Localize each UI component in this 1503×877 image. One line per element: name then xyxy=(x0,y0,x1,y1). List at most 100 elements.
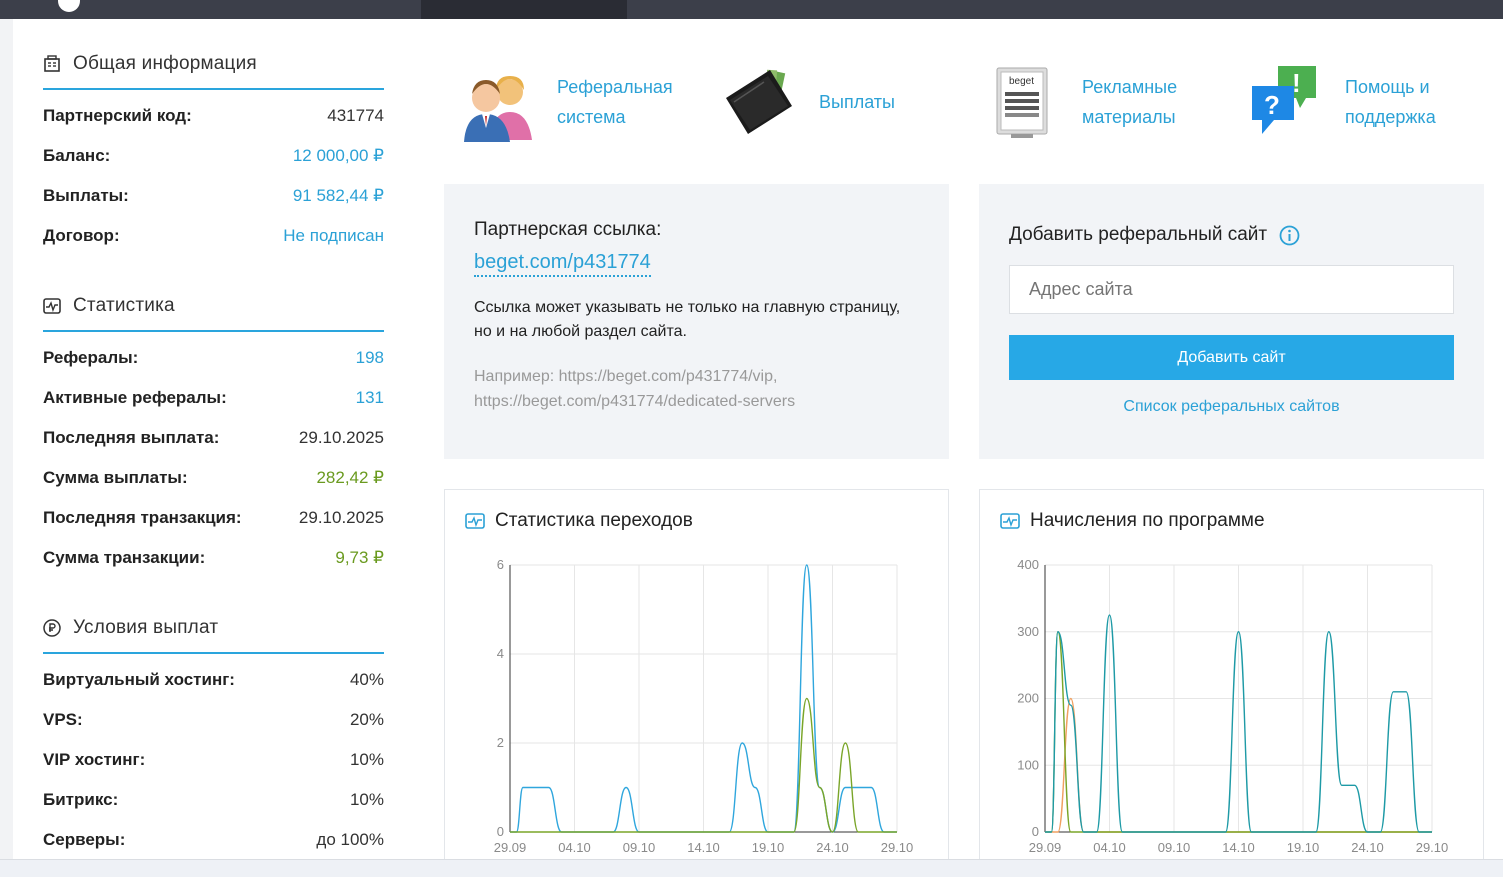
y-tick-label: 300 xyxy=(1017,624,1039,639)
add-site-heading: Добавить реферальный сайт xyxy=(1009,224,1300,246)
x-tick-label: 09.10 xyxy=(1158,840,1191,855)
stats-row: Сумма выплаты: 282,42 ₽ xyxy=(43,466,384,490)
general-info-row-value[interactable]: Не подписан xyxy=(283,226,384,246)
referral-sites-list-link[interactable]: Список реферальных сайтов xyxy=(1009,398,1454,416)
wallet-icon xyxy=(722,62,797,142)
earnings-chart-card: Начисления по программе 29.09 04.10 09.10 1… xyxy=(979,489,1484,869)
quicklink-payouts-label: Выплаты xyxy=(819,92,895,112)
x-tick-label: 04.10 xyxy=(1093,840,1126,855)
stats-row-label: Активные рефералы: xyxy=(43,388,227,407)
general-info-row-value[interactable]: 91 582,44 ₽ xyxy=(293,186,384,206)
stats-row-value[interactable]: 198 xyxy=(356,348,384,368)
payout-terms-title: Условия выплат xyxy=(73,617,219,638)
stats-row-label: Рефералы: xyxy=(43,348,139,367)
statistics-heading: Статистика xyxy=(43,295,175,317)
general-info-row: Договор: Не подписан xyxy=(43,224,384,248)
general-info-row: Выплаты: 91 582,44 ₽ xyxy=(43,184,384,208)
general-info-row-label: Баланс: xyxy=(43,146,111,165)
referral-link-card: Партнерская ссылка: beget.com/p431774 Сс… xyxy=(444,184,949,459)
stats-row-value[interactable]: 131 xyxy=(356,388,384,408)
payout-row-value: 20% xyxy=(349,710,384,729)
ruble-circle-icon xyxy=(43,619,61,637)
referral-link-title: Партнерская ссылка: xyxy=(474,219,662,240)
add-site-button[interactable]: Добавить сайт xyxy=(1009,335,1454,380)
x-tick-label: 29.10 xyxy=(881,840,914,855)
stats-row: Рефералы: 198 xyxy=(43,346,384,370)
info-icon[interactable] xyxy=(1279,225,1300,246)
referral-users-icon xyxy=(460,62,535,142)
add-site-title: Добавить реферальный сайт xyxy=(1009,224,1268,245)
x-tick-label: 29.10 xyxy=(1416,840,1449,855)
stats-row-label: Последняя транзакция: xyxy=(43,508,242,527)
transitions-chart: 29.09 04.10 09.10 14.10 19.10 24.10 29.10 0 2 4 6 xyxy=(494,557,914,855)
left-info-panel: Общая информация Партнерский код: 431774 Б… xyxy=(0,19,414,859)
x-tick-label: 29.09 xyxy=(1029,840,1062,855)
banner-logo-text: beget xyxy=(1009,76,1034,87)
stats-row-value: 29.10.2025 xyxy=(298,428,384,447)
site-address-input[interactable] xyxy=(1009,265,1454,314)
x-tick-label: 24.10 xyxy=(816,840,849,855)
payout-terms-heading: Условия выплат xyxy=(43,617,218,639)
payout-row: Виртуальный хостинг: 40% xyxy=(43,668,384,692)
help-bubble-icon: ! ? xyxy=(1248,62,1323,142)
stats-row-label: Сумма выплаты: xyxy=(43,468,188,487)
payout-row-value: 10% xyxy=(349,750,384,769)
payout-row: VIP хостинг: 10% xyxy=(43,748,384,772)
payout-row-label: Серверы: xyxy=(43,830,126,849)
general-info-row: Баланс: 12 000,00 ₽ xyxy=(43,144,384,168)
general-info-row: Партнерский код: 431774 xyxy=(43,104,384,128)
stats-row-value: 29.10.2025 xyxy=(298,508,384,527)
stats-row: Последняя транзакция: 29.10.2025 xyxy=(43,506,384,530)
y-tick-label: 100 xyxy=(1017,757,1039,772)
x-tick-label: 14.10 xyxy=(1222,840,1255,855)
payout-row: Битрикс: 10% xyxy=(43,788,384,812)
payout-row-value: 10% xyxy=(349,790,384,809)
example-line: https://beget.com/p431774/dedicated-serv… xyxy=(474,393,796,410)
quicklink-referral[interactable]: Реферальная система xyxy=(460,62,673,142)
quicklink-payouts[interactable]: Выплаты xyxy=(722,62,895,142)
quicklink-ad-label-2: материалы xyxy=(1082,107,1176,127)
x-tick-label: 29.09 xyxy=(494,840,527,855)
general-info-title: Общая информация xyxy=(73,53,257,74)
payout-row: Серверы: до 100% xyxy=(43,828,384,852)
description-line: но и на любой раздел сайта. xyxy=(474,323,687,340)
section-divider xyxy=(43,88,384,90)
top-navbar xyxy=(0,0,1503,19)
quicklink-ad-materials[interactable]: beget Рекламные материалы xyxy=(985,62,1177,142)
add-referral-site-card: Добавить реферальный сайт Добавить сайт … xyxy=(979,184,1484,459)
y-tick-label: 0 xyxy=(1032,824,1039,839)
quicklink-help[interactable]: ! ? Помощь и поддержка xyxy=(1248,62,1436,142)
statistics-title: Статистика xyxy=(73,295,175,316)
stats-row: Активные рефералы: 131 xyxy=(43,386,384,410)
y-tick-label: 4 xyxy=(497,646,504,661)
general-info-heading: Общая информация xyxy=(43,53,257,75)
general-info-row-label: Выплаты: xyxy=(43,186,129,205)
x-tick-label: 24.10 xyxy=(1351,840,1384,855)
stats-row-label: Последняя выплата: xyxy=(43,428,220,447)
general-info-row-value: 431774 xyxy=(327,106,384,125)
section-divider xyxy=(43,330,384,332)
payout-row-label: Битрикс: xyxy=(43,790,119,809)
y-tick-label: 0 xyxy=(497,824,504,839)
description-line: Ссылка может указывать не только на глав… xyxy=(474,299,901,316)
referral-link[interactable]: beget.com/p431774 xyxy=(474,251,651,277)
payout-row-label: Виртуальный хостинг: xyxy=(43,670,235,689)
stats-row-value: 282,42 ₽ xyxy=(316,468,384,487)
quicklink-referral-label: Реферальная xyxy=(557,77,673,97)
payout-row: VPS: 20% xyxy=(43,708,384,732)
quicklink-help-label: Помощь и xyxy=(1345,77,1430,97)
taskbar xyxy=(0,859,1503,877)
referral-link-example: Например: https://beget.com/p431774/vip,… xyxy=(474,364,924,414)
payout-row-label: VIP хостинг: xyxy=(43,750,146,769)
nav-tab-active[interactable] xyxy=(421,0,627,19)
x-tick-label: 14.10 xyxy=(687,840,720,855)
stats-row-value: 9,73 ₽ xyxy=(335,548,384,567)
earnings-chart: 29.09 04.10 09.10 14.10 19.10 24.10 29.10 0 100 2… xyxy=(1017,557,1449,855)
general-info-row-value[interactable]: 12 000,00 ₽ xyxy=(293,146,384,166)
quicklink-referral-label-2: система xyxy=(557,107,626,127)
payout-row-value: 40% xyxy=(349,670,384,689)
logo-icon[interactable] xyxy=(58,0,80,12)
payout-row-label: VPS: xyxy=(43,710,83,729)
x-tick-label: 19.10 xyxy=(752,840,785,855)
section-divider xyxy=(43,652,384,654)
